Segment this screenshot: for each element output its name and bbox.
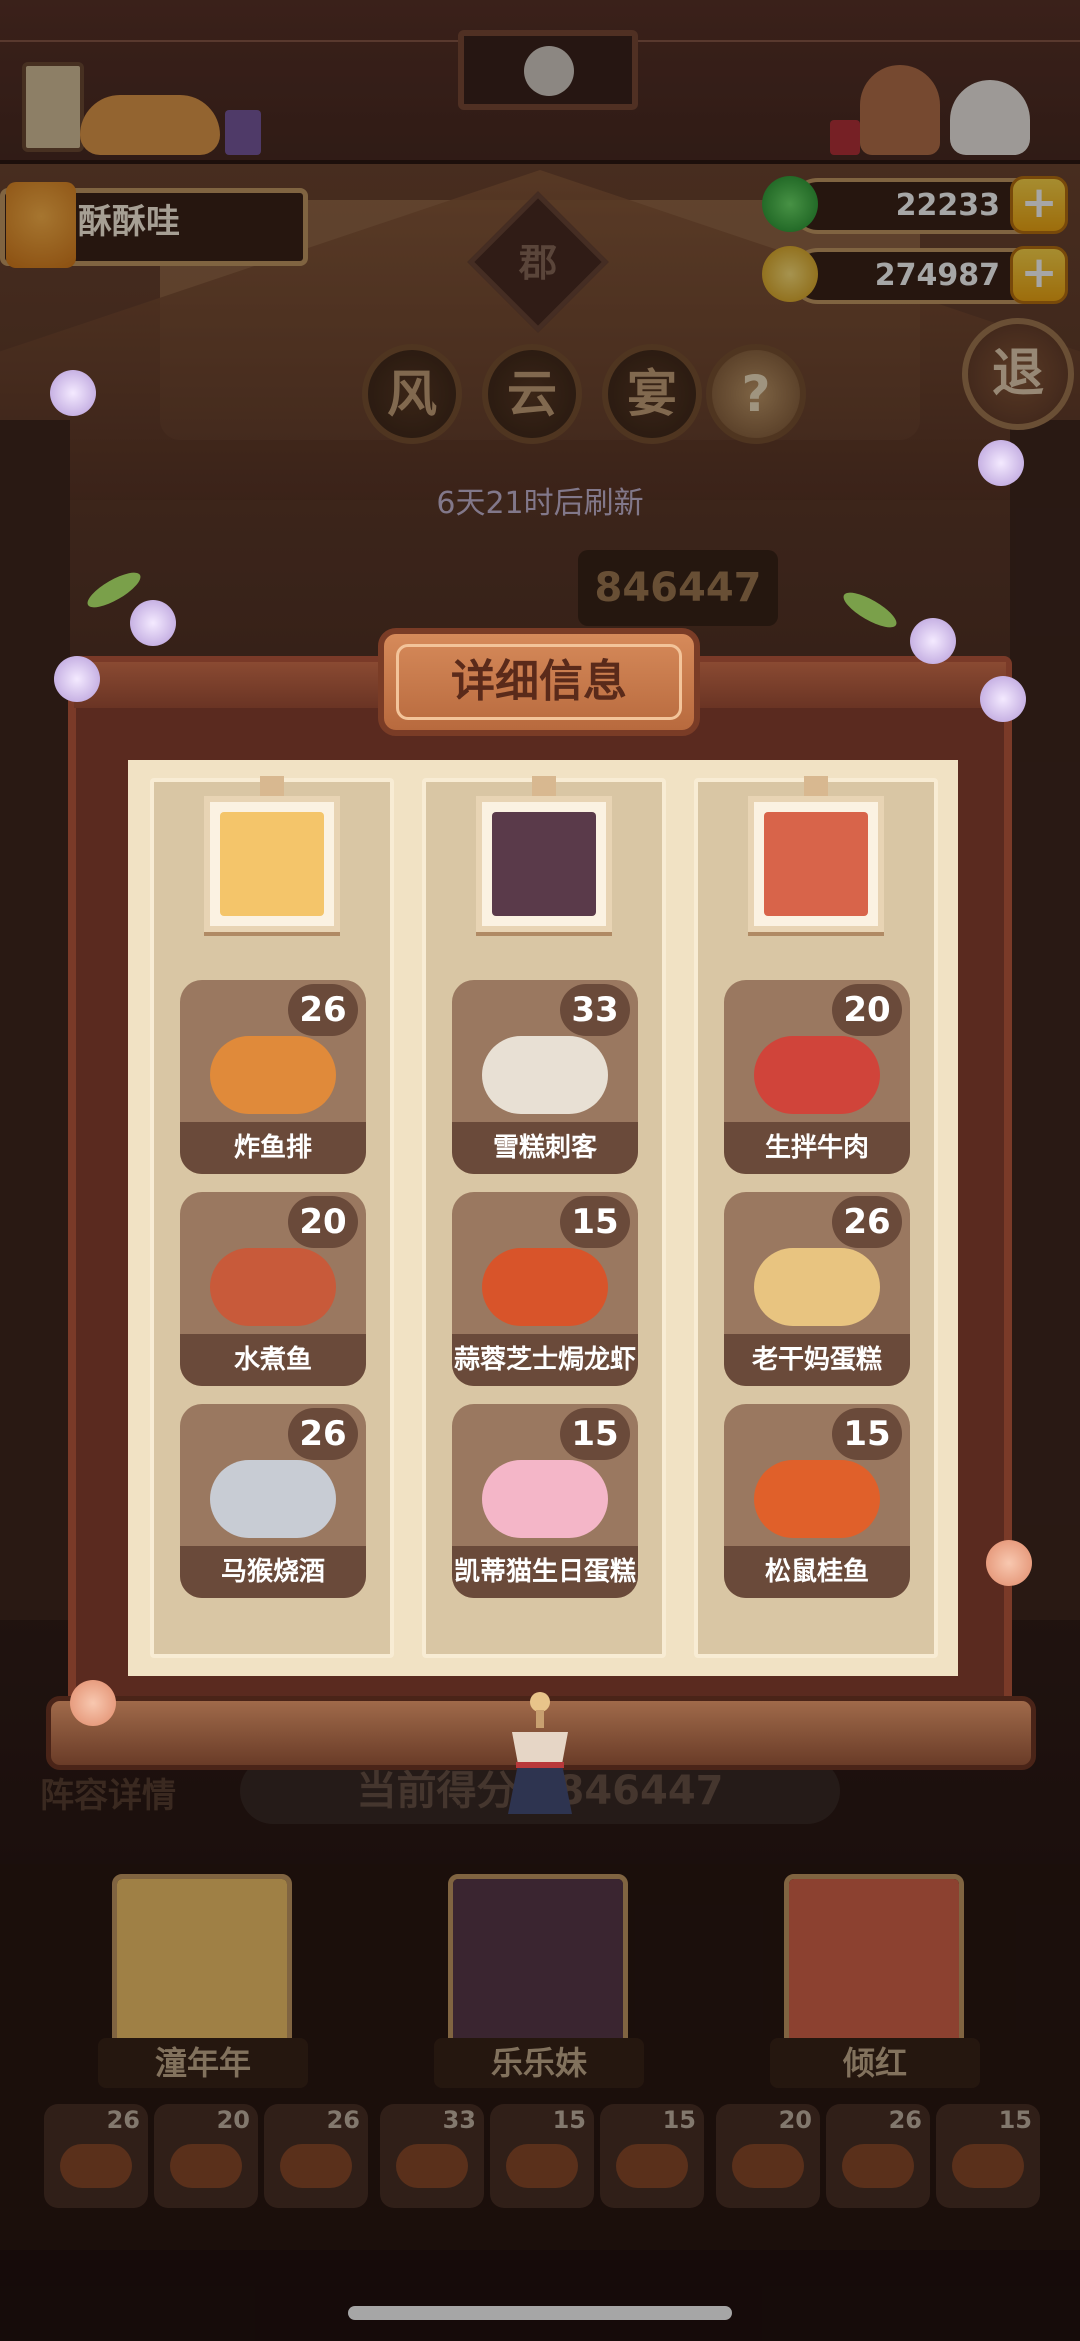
dish-icon: [210, 1460, 336, 1538]
dish-card[interactable]: 33 雪糕刺客: [452, 980, 638, 1174]
flower-icon: [980, 676, 1026, 722]
flower-icon: [910, 618, 956, 664]
dish-count: 26: [288, 1408, 358, 1460]
flower-icon: [50, 370, 96, 416]
modal-title: 详细信息: [396, 644, 682, 720]
dish-count: 15: [832, 1408, 902, 1460]
dish-count: 33: [560, 984, 630, 1036]
flower-icon: [54, 656, 100, 702]
dish-count: 20: [288, 1196, 358, 1248]
hero-portrait-card-3[interactable]: [748, 796, 884, 932]
dish-name: 炸鱼排: [180, 1122, 366, 1174]
hero-face-icon: [220, 812, 324, 916]
dish-icon: [482, 1460, 608, 1538]
hero-portrait-card-2[interactable]: [476, 796, 612, 932]
dish-icon: [754, 1248, 880, 1326]
dish-name: 雪糕刺客: [452, 1122, 638, 1174]
dish-card[interactable]: 20 水煮鱼: [180, 1192, 366, 1386]
hero-face-icon: [492, 812, 596, 916]
dish-name: 凯蒂猫生日蛋糕: [452, 1546, 638, 1598]
dish-icon: [482, 1036, 608, 1114]
hero-portrait-card-1[interactable]: [204, 796, 340, 932]
dish-name: 蒜蓉芝士焗龙虾: [452, 1334, 638, 1386]
dish-count: 20: [832, 984, 902, 1036]
dish-name: 水煮鱼: [180, 1334, 366, 1386]
flower-icon: [978, 440, 1024, 486]
tassel-close-icon[interactable]: [500, 1688, 580, 1818]
dish-card[interactable]: 20 生拌牛肉: [724, 980, 910, 1174]
dish-count: 26: [832, 1196, 902, 1248]
dish-icon: [482, 1248, 608, 1326]
dish-name: 生拌牛肉: [724, 1122, 910, 1174]
dish-card[interactable]: 15 蒜蓉芝士焗龙虾: [452, 1192, 638, 1386]
dish-name: 老干妈蛋糕: [724, 1334, 910, 1386]
dish-card[interactable]: 26 马猴烧酒: [180, 1404, 366, 1598]
dish-name: 马猴烧酒: [180, 1546, 366, 1598]
dish-card[interactable]: 15 凯蒂猫生日蛋糕: [452, 1404, 638, 1598]
dish-icon: [754, 1460, 880, 1538]
dish-card[interactable]: 26 老干妈蛋糕: [724, 1192, 910, 1386]
dish-card[interactable]: 26 炸鱼排: [180, 980, 366, 1174]
dish-count: 26: [288, 984, 358, 1036]
dish-count: 15: [560, 1408, 630, 1460]
hero-face-icon: [764, 812, 868, 916]
flower-icon: [130, 600, 176, 646]
flower-icon: [986, 1540, 1032, 1586]
flower-icon: [70, 1680, 116, 1726]
dish-icon: [210, 1036, 336, 1114]
dish-count: 15: [560, 1196, 630, 1248]
dish-name: 松鼠桂鱼: [724, 1546, 910, 1598]
dish-card[interactable]: 15 松鼠桂鱼: [724, 1404, 910, 1598]
dish-icon: [210, 1248, 336, 1326]
dish-icon: [754, 1036, 880, 1114]
